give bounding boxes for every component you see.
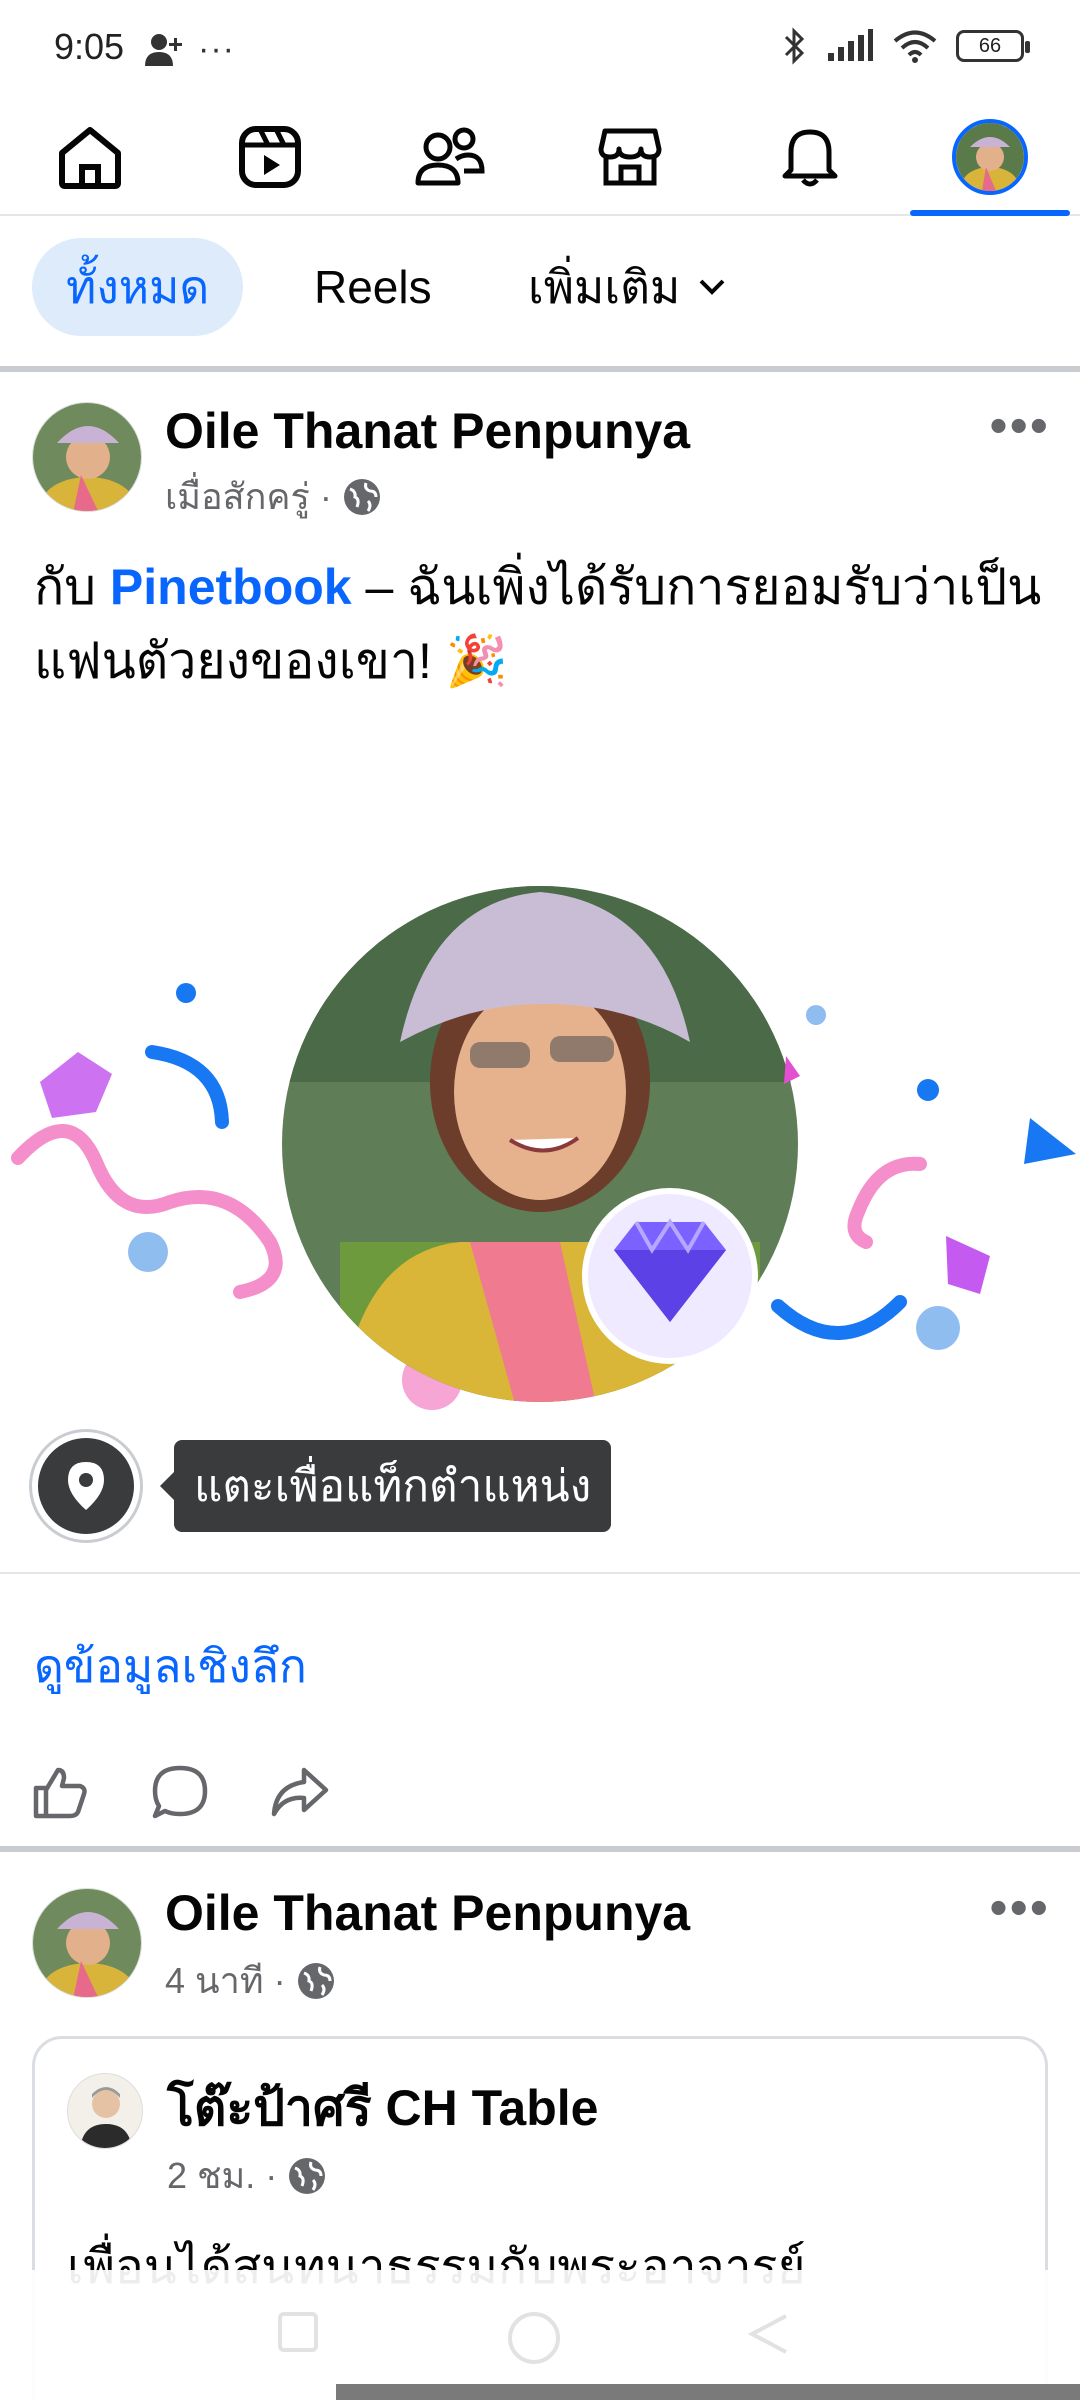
status-bar: 9:05 ··· 66 (0, 0, 1080, 100)
post-text-prefix: กับ (34, 559, 110, 615)
filter-chip-reels[interactable]: Reels (280, 238, 466, 336)
post-time[interactable]: 4 นาที (165, 1952, 264, 2009)
status-right: 66 (782, 26, 1030, 66)
nav-notifications[interactable] (720, 100, 900, 214)
post-meta: 4 นาที · (165, 1952, 336, 2009)
chevron-down-icon (699, 279, 725, 295)
nav-friends[interactable] (360, 100, 540, 214)
post-author-name[interactable]: Oile Thanat Penpunya (165, 402, 690, 460)
status-left-icons: ··· (144, 30, 235, 69)
post-more-options-icon[interactable]: ••• (989, 396, 1050, 456)
post-author-name[interactable]: Oile Thanat Penpunya (165, 1884, 690, 1942)
notifications-icon (782, 129, 838, 187)
view-insights-link[interactable]: ดูข้อมูลเชิงลึก (34, 1630, 307, 1703)
comment-icon (152, 1765, 208, 1819)
post-header: Oile Thanat Penpunya 4 นาที · ••• (0, 1852, 1080, 2001)
meta-separator: · (273, 1959, 286, 2001)
author-avatar[interactable] (32, 1888, 142, 1998)
author-avatar[interactable] (32, 402, 142, 512)
shared-author-name[interactable]: โต๊ะป้าศรี CH Table (167, 2069, 598, 2148)
profile-picture-frame[interactable] (0, 822, 1080, 1452)
globe-icon (343, 478, 380, 515)
nav-home[interactable] (0, 100, 180, 214)
reels-icon (239, 126, 301, 188)
system-navigation-bar (0, 2270, 1080, 2400)
nav-profile[interactable] (900, 100, 1080, 216)
shared-post-time[interactable]: 2 ชม. (167, 2147, 255, 2204)
meta-separator: · (319, 475, 332, 517)
meta-separator: · (265, 2154, 278, 2196)
wifi-icon (893, 30, 937, 63)
home-button-icon[interactable] (506, 2310, 562, 2366)
post-actions (0, 1752, 1080, 1832)
home-icon (59, 127, 121, 189)
battery-indicator: 66 (956, 30, 1030, 62)
marketplace-icon (598, 128, 662, 186)
nav-marketplace[interactable] (540, 100, 720, 214)
tag-location-button[interactable] (32, 1432, 140, 1540)
divider (0, 1572, 1080, 1574)
signal-icon (828, 29, 873, 61)
top-nav (0, 100, 1080, 216)
friends-icon (415, 127, 485, 186)
home-indicator (336, 2384, 1080, 2400)
globe-icon (289, 2157, 326, 2194)
location-pin-icon (68, 1462, 104, 1510)
post-more-options-icon[interactable]: ••• (989, 1878, 1050, 1938)
comment-button[interactable] (140, 1752, 220, 1832)
more-notifications-icon: ··· (198, 30, 235, 68)
filter-chip-more-label: เพิ่มเติม (528, 260, 681, 313)
feed-filter-bar: ทั้งหมด Reels เพิ่มเติม (0, 216, 1080, 372)
profile-avatar (952, 119, 1028, 195)
share-icon (271, 1767, 329, 1817)
location-tooltip: แตะเพื่อแท็กตำแหน่ง (159, 1440, 612, 1532)
post-header: Oile Thanat Penpunya เมื่อสักครู่ · ••• (0, 372, 1080, 517)
person-add-icon (145, 33, 182, 66)
like-button[interactable] (20, 1752, 100, 1832)
post-meta: เมื่อสักครู่ · (165, 468, 382, 525)
post-time[interactable]: เมื่อสักครู่ (165, 468, 310, 525)
recent-apps-icon[interactable] (276, 2310, 320, 2354)
share-button[interactable] (260, 1752, 340, 1832)
nav-reels[interactable] (180, 100, 360, 214)
bluetooth-icon (784, 27, 805, 65)
shared-author-avatar[interactable] (67, 2073, 143, 2149)
confetti-decoration (11, 886, 1076, 1410)
globe-icon (297, 1962, 334, 1999)
filter-chip-more[interactable]: เพิ่มเติม (494, 238, 760, 336)
tagged-page-link[interactable]: Pinetbook (110, 559, 352, 615)
filter-chip-all[interactable]: ทั้งหมด (32, 238, 244, 336)
shared-post-meta: 2 ชม. · (167, 2147, 327, 2204)
back-icon[interactable] (746, 2310, 794, 2358)
like-icon (33, 1767, 87, 1819)
status-time: 9:05 (54, 26, 125, 67)
post-text: กับ Pinetbook – ฉันเพิ่งได้รับการยอมรับว… (34, 550, 1044, 698)
